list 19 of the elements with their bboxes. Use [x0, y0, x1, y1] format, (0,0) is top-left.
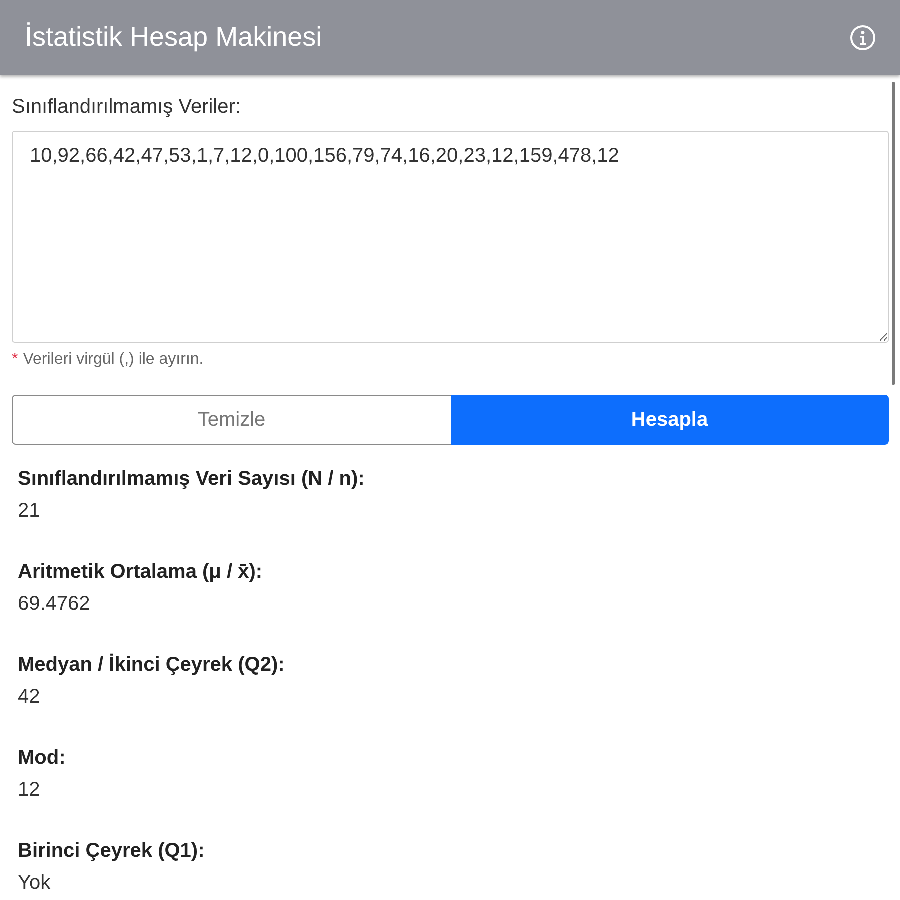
calculate-button[interactable]: Hesapla: [450, 395, 889, 445]
result-value: Yok: [18, 871, 52, 895]
scrollbar[interactable]: [892, 82, 895, 385]
data-input-field[interactable]: 10,92,66,42,47,53,1,7,12,0,100,156,79,74,16,20,23,12,159,478,12: [12, 131, 889, 343]
result-label: Medyan / İkinci Çeyrek (Q2):: [18, 653, 286, 677]
result-value: 69.4762: [18, 592, 92, 616]
result-label: Aritmetik Ortalama (μ / x̄):: [18, 560, 264, 584]
required-marker: *: [12, 350, 18, 370]
result-label: Mod:: [18, 746, 67, 770]
result-value: 21: [18, 499, 42, 523]
result-label: Sınıflandırılmamış Veri Sayısı (N / n):: [18, 467, 366, 491]
info-icon[interactable]: [850, 24, 876, 50]
field-label: Sınıflandırılmamış Veriler:: [12, 95, 242, 119]
result-value: 42: [18, 685, 42, 709]
result-value: 12: [18, 778, 42, 802]
app-title: İstatistik Hesap Makinesi: [25, 22, 322, 53]
clear-button[interactable]: Temizle: [12, 395, 450, 445]
result-label: Birinci Çeyrek (Q1):: [18, 839, 206, 863]
hint-text: Verileri virgül (,) ile ayırın.: [23, 350, 204, 370]
